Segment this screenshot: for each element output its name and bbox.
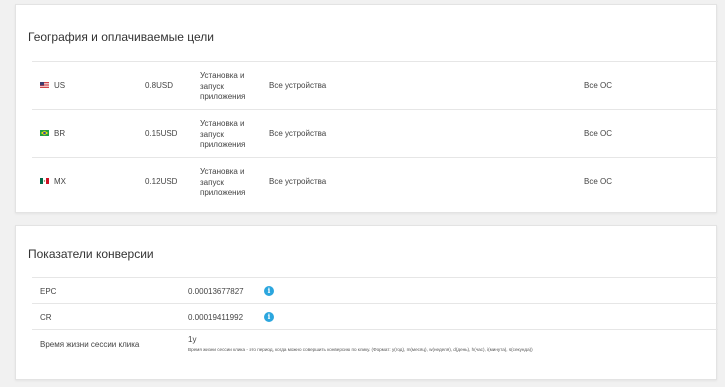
conversion-table: EPC 0.00013677827 i CR 0.00019411992 i В… xyxy=(32,277,718,364)
os: Все ОС xyxy=(584,81,613,90)
geo-card: География и оплачиваемые цели US 0.8USD … xyxy=(15,4,718,213)
devices: Все устройства xyxy=(269,177,327,186)
os: Все ОС xyxy=(584,129,613,138)
target-action: Установка и запуск приложения xyxy=(200,71,246,101)
payout: 0.15USD xyxy=(145,129,178,138)
geo-table: US 0.8USD Установка и запуск приложения … xyxy=(32,61,718,205)
epc-label: EPC xyxy=(40,287,57,296)
geo-title: География и оплачиваемые цели xyxy=(28,30,214,44)
country-code: MX xyxy=(54,177,66,186)
info-icon[interactable]: i xyxy=(264,286,274,296)
os: Все ОС xyxy=(584,177,613,186)
table-row: Время жизни сессии клика 1y Время жизни … xyxy=(32,329,718,364)
session-label: Время жизни сессии клика xyxy=(40,340,140,349)
target-action: Установка и запуск приложения xyxy=(200,167,246,197)
cr-label: CR xyxy=(40,313,52,322)
us-flag-icon xyxy=(40,82,49,88)
epc-value: 0.00013677827 xyxy=(188,287,244,296)
table-row: MX 0.12USD Установка и запуск приложения… xyxy=(32,157,718,205)
session-value: 1y xyxy=(188,335,197,344)
br-flag-icon xyxy=(40,130,49,136)
country-code: US xyxy=(54,81,66,90)
cr-value: 0.00019411992 xyxy=(188,313,244,322)
country-code: BR xyxy=(54,129,66,138)
info-icon[interactable]: i xyxy=(264,312,274,322)
table-row: US 0.8USD Установка и запуск приложения … xyxy=(32,61,718,109)
mx-flag-icon xyxy=(40,178,49,184)
devices: Все устройства xyxy=(269,129,327,138)
conversion-title: Показатели конверсии xyxy=(28,247,154,261)
target-action: Установка и запуск приложения xyxy=(200,119,246,149)
devices: Все устройства xyxy=(269,81,327,90)
table-row: EPC 0.00013677827 i xyxy=(32,277,718,303)
table-row: BR 0.15USD Установка и запуск приложения… xyxy=(32,109,718,157)
conversion-card: Показатели конверсии EPC 0.00013677827 i… xyxy=(15,225,718,380)
table-row: CR 0.00019411992 i xyxy=(32,303,718,329)
payout: 0.12USD xyxy=(145,177,178,186)
session-hint: Время жизни сессии клика - это период, к… xyxy=(188,347,533,352)
payout: 0.8USD xyxy=(145,81,174,90)
